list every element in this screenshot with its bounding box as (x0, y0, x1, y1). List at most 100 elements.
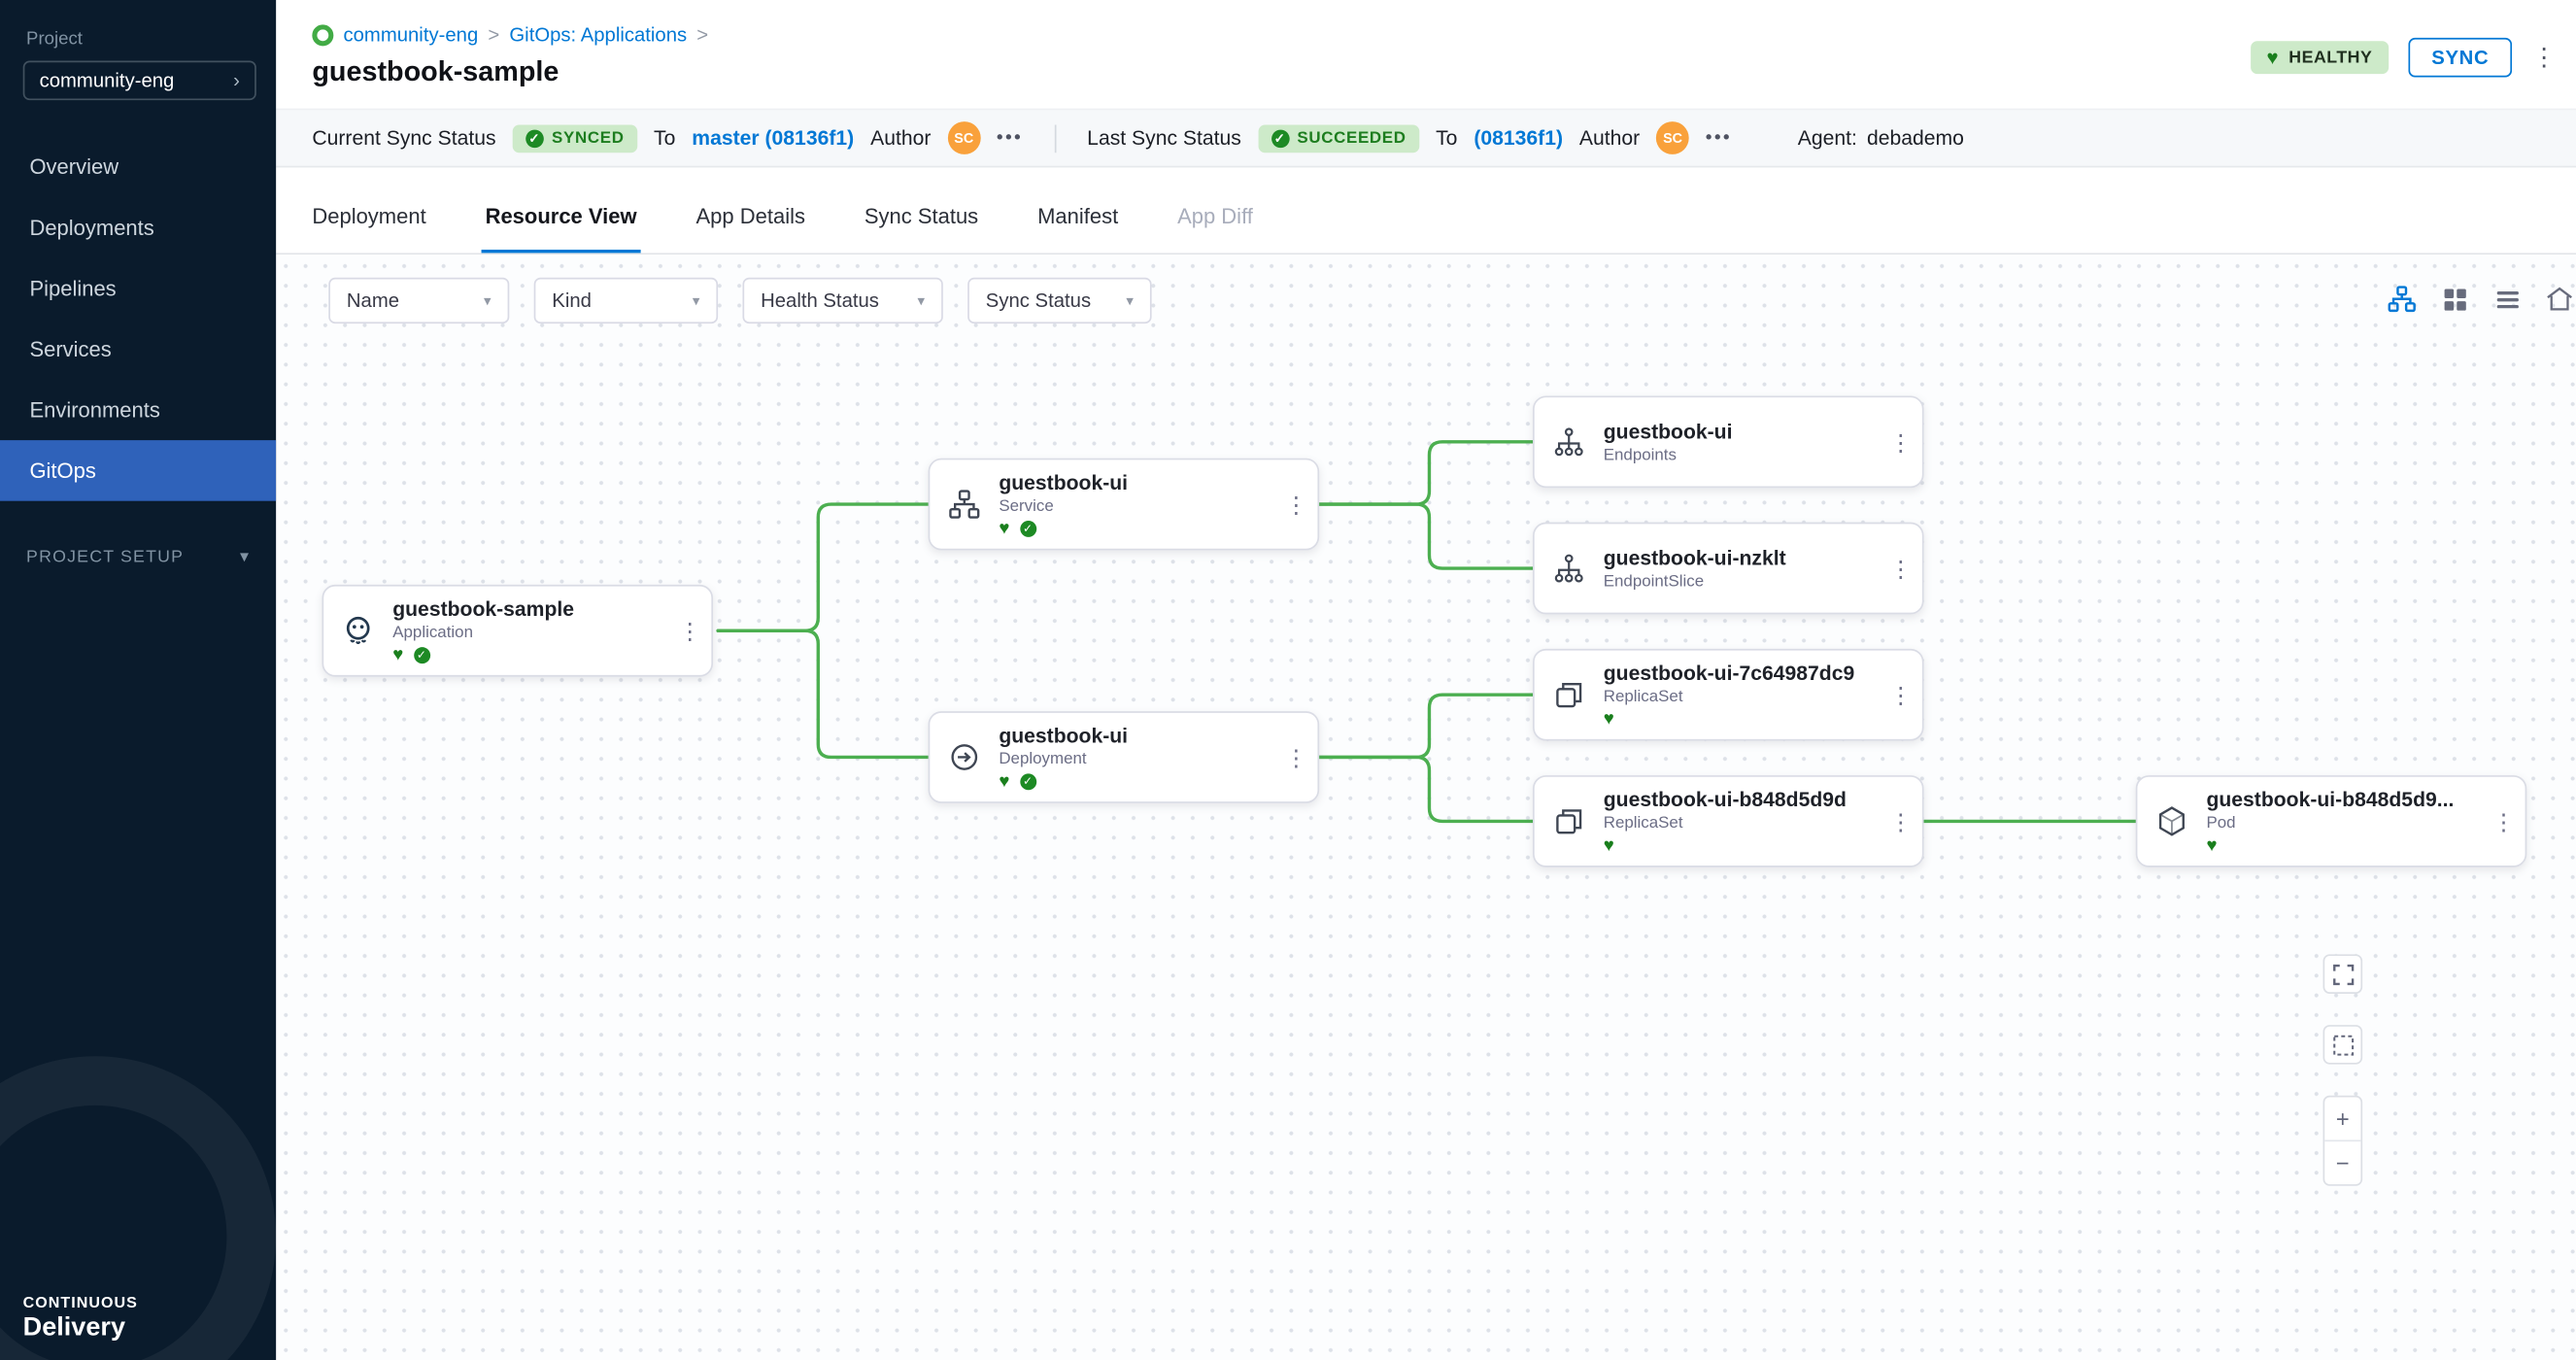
node-replicaset-b848d5d9d[interactable]: guestbook-ui-b848d5d9d ReplicaSet ♥ ⋮ (1533, 775, 1924, 867)
tab-manifest[interactable]: Manifest (1037, 204, 1118, 254)
fit-to-screen-button[interactable] (2323, 954, 2363, 994)
sidebar-item-deployments[interactable]: Deployments (0, 197, 276, 258)
node-status: ♥ (2206, 836, 2482, 855)
zoom-out-button[interactable]: − (2324, 1141, 2360, 1184)
app-window: Project community-eng › Overview Deploym… (0, 0, 2576, 1360)
node-service[interactable]: guestbook-ui Service ♥ ✓ ⋮ (929, 459, 1320, 551)
node-menu-button[interactable]: ⋮ (1274, 743, 1317, 771)
chevron-down-icon: ▾ (484, 291, 491, 310)
current-sync-target-link[interactable]: master (08136f1) (692, 126, 854, 150)
chevron-down-icon: ▾ (918, 291, 926, 310)
healthy-heart-icon: ♥ (999, 773, 1009, 792)
page-header: community-eng > GitOps: Applications > g… (276, 0, 2576, 109)
node-title: guestbook-ui (1604, 420, 1877, 443)
last-sync-label: Last Sync Status (1087, 126, 1241, 150)
sidebar-decoration (0, 901, 276, 1360)
node-menu-button[interactable]: ⋮ (1880, 555, 1922, 583)
breadcrumb: community-eng > GitOps: Applications > (312, 23, 708, 47)
node-deployment[interactable]: guestbook-ui Deployment ♥ ✓ ⋮ (929, 711, 1320, 803)
node-endpointslice[interactable]: guestbook-ui-nzklt EndpointSlice ⋮ (1533, 523, 1924, 615)
healthy-heart-icon: ♥ (2267, 48, 2280, 67)
node-menu-button[interactable]: ⋮ (1880, 681, 1922, 709)
author-label: Author (1579, 126, 1640, 150)
node-title: guestbook-ui (999, 470, 1271, 493)
sidebar-item-environments[interactable]: Environments (0, 380, 276, 441)
resource-graph-canvas[interactable]: Name ▾ Kind ▾ Health Status ▾ Sync Statu… (276, 256, 2576, 1360)
health-status-filter-select[interactable]: Health Status ▾ (742, 278, 942, 323)
node-kind: EndpointSlice (1604, 572, 1880, 591)
breadcrumb-applications-link[interactable]: GitOps: Applications (509, 23, 687, 47)
divider (1054, 124, 1056, 153)
pod-icon (2137, 805, 2206, 838)
current-sync-more-button[interactable]: ••• (997, 128, 1023, 148)
harness-cd-logo: CONTINUOUS Delivery (23, 1294, 138, 1343)
view-mode-toolbar (2386, 283, 2576, 316)
kind-filter-select[interactable]: Kind ▾ (534, 278, 718, 323)
node-application[interactable]: guestbook-sample Application ♥ ✓ ⋮ (322, 585, 714, 677)
node-menu-button[interactable]: ⋮ (1880, 427, 1922, 456)
node-title: guestbook-ui-b848d5d9... (2206, 788, 2479, 811)
synced-badge: ✓ SYNCED (512, 124, 637, 153)
node-menu-button[interactable]: ⋮ (2483, 807, 2525, 835)
node-status: ♥ ✓ (999, 520, 1274, 538)
zoom-in-button[interactable]: + (2324, 1097, 2360, 1139)
tree-view-icon[interactable] (2386, 283, 2419, 316)
node-menu-button[interactable]: ⋮ (1274, 491, 1317, 519)
project-selector[interactable]: community-eng › (23, 61, 256, 101)
group-view-icon[interactable] (2543, 283, 2576, 316)
tab-resource-view[interactable]: Resource View (486, 204, 637, 254)
tab-bar: Deployment Resource View App Details Syn… (276, 167, 2576, 255)
to-label: To (654, 126, 675, 150)
node-menu-button[interactable]: ⋮ (1880, 807, 1922, 835)
chevron-right-icon: › (233, 69, 240, 92)
node-kind: Pod (2206, 814, 2482, 833)
deployment-icon (930, 741, 999, 774)
node-pod[interactable]: guestbook-ui-b848d5d9... Pod ♥ ⋮ (2136, 775, 2527, 867)
node-kind: Deployment (999, 750, 1274, 768)
agent-value: debademo (1867, 126, 1964, 150)
healthy-heart-icon: ♥ (1604, 710, 1614, 729)
synced-check-icon: ✓ (1020, 773, 1036, 790)
node-endpoints[interactable]: guestbook-ui Endpoints ⋮ (1533, 395, 1924, 488)
sidebar-item-overview[interactable]: Overview (0, 136, 276, 197)
project-selector-value: community-eng (40, 69, 175, 92)
breadcrumb-project-link[interactable]: community-eng (343, 23, 478, 47)
tab-app-diff[interactable]: App Diff (1177, 204, 1253, 254)
sidebar-item-services[interactable]: Services (0, 319, 276, 380)
synced-check-icon: ✓ (1020, 521, 1036, 537)
gitops-icon (312, 24, 333, 46)
page-title: guestbook-sample (312, 55, 559, 88)
chevron-down-icon: ▾ (1126, 291, 1134, 310)
main-content: community-eng > GitOps: Applications > g… (276, 0, 2576, 1360)
endpointslice-icon (1535, 552, 1604, 585)
tab-app-details[interactable]: App Details (696, 204, 805, 254)
node-title: guestbook-ui-nzklt (1604, 546, 1877, 569)
replicaset-icon (1535, 805, 1604, 838)
last-sync-target-link[interactable]: (08136f1) (1474, 126, 1563, 150)
tab-deployment[interactable]: Deployment (312, 204, 425, 254)
sidebar-nav: Overview Deployments Pipelines Services … (0, 136, 276, 500)
node-menu-button[interactable]: ⋮ (668, 617, 711, 645)
tab-sync-status[interactable]: Sync Status (864, 204, 978, 254)
node-title: guestbook-ui-7c64987dc9 (1604, 662, 1877, 685)
app-menu-button[interactable]: ⋮ (2531, 45, 2556, 69)
sidebar-item-pipelines[interactable]: Pipelines (0, 257, 276, 319)
node-replicaset-7c64987dc9[interactable]: guestbook-ui-7c64987dc9 ReplicaSet ♥ ⋮ (1533, 649, 1924, 741)
sidebar-item-gitops[interactable]: GitOps (0, 440, 276, 501)
project-label: Project (26, 29, 276, 49)
grid-view-icon[interactable] (2438, 283, 2471, 316)
project-setup-toggle[interactable]: PROJECT SETUP ▾ (0, 547, 276, 566)
application-icon (323, 613, 392, 649)
selection-tool-button[interactable] (2323, 1025, 2363, 1065)
to-label: To (1436, 126, 1457, 150)
check-circle-icon: ✓ (525, 129, 544, 148)
last-sync-more-button[interactable]: ••• (1706, 128, 1732, 148)
name-filter-select[interactable]: Name ▾ (328, 278, 509, 323)
node-status: ♥ (1604, 836, 1880, 855)
healthy-heart-icon: ♥ (999, 520, 1009, 538)
healthy-heart-icon: ♥ (1604, 836, 1614, 855)
sync-status-filter-select[interactable]: Sync Status ▾ (967, 278, 1151, 323)
succeeded-badge: ✓ SUCCEEDED (1258, 124, 1419, 153)
list-view-icon[interactable] (2491, 283, 2524, 316)
sync-button[interactable]: SYNC (2409, 38, 2512, 78)
